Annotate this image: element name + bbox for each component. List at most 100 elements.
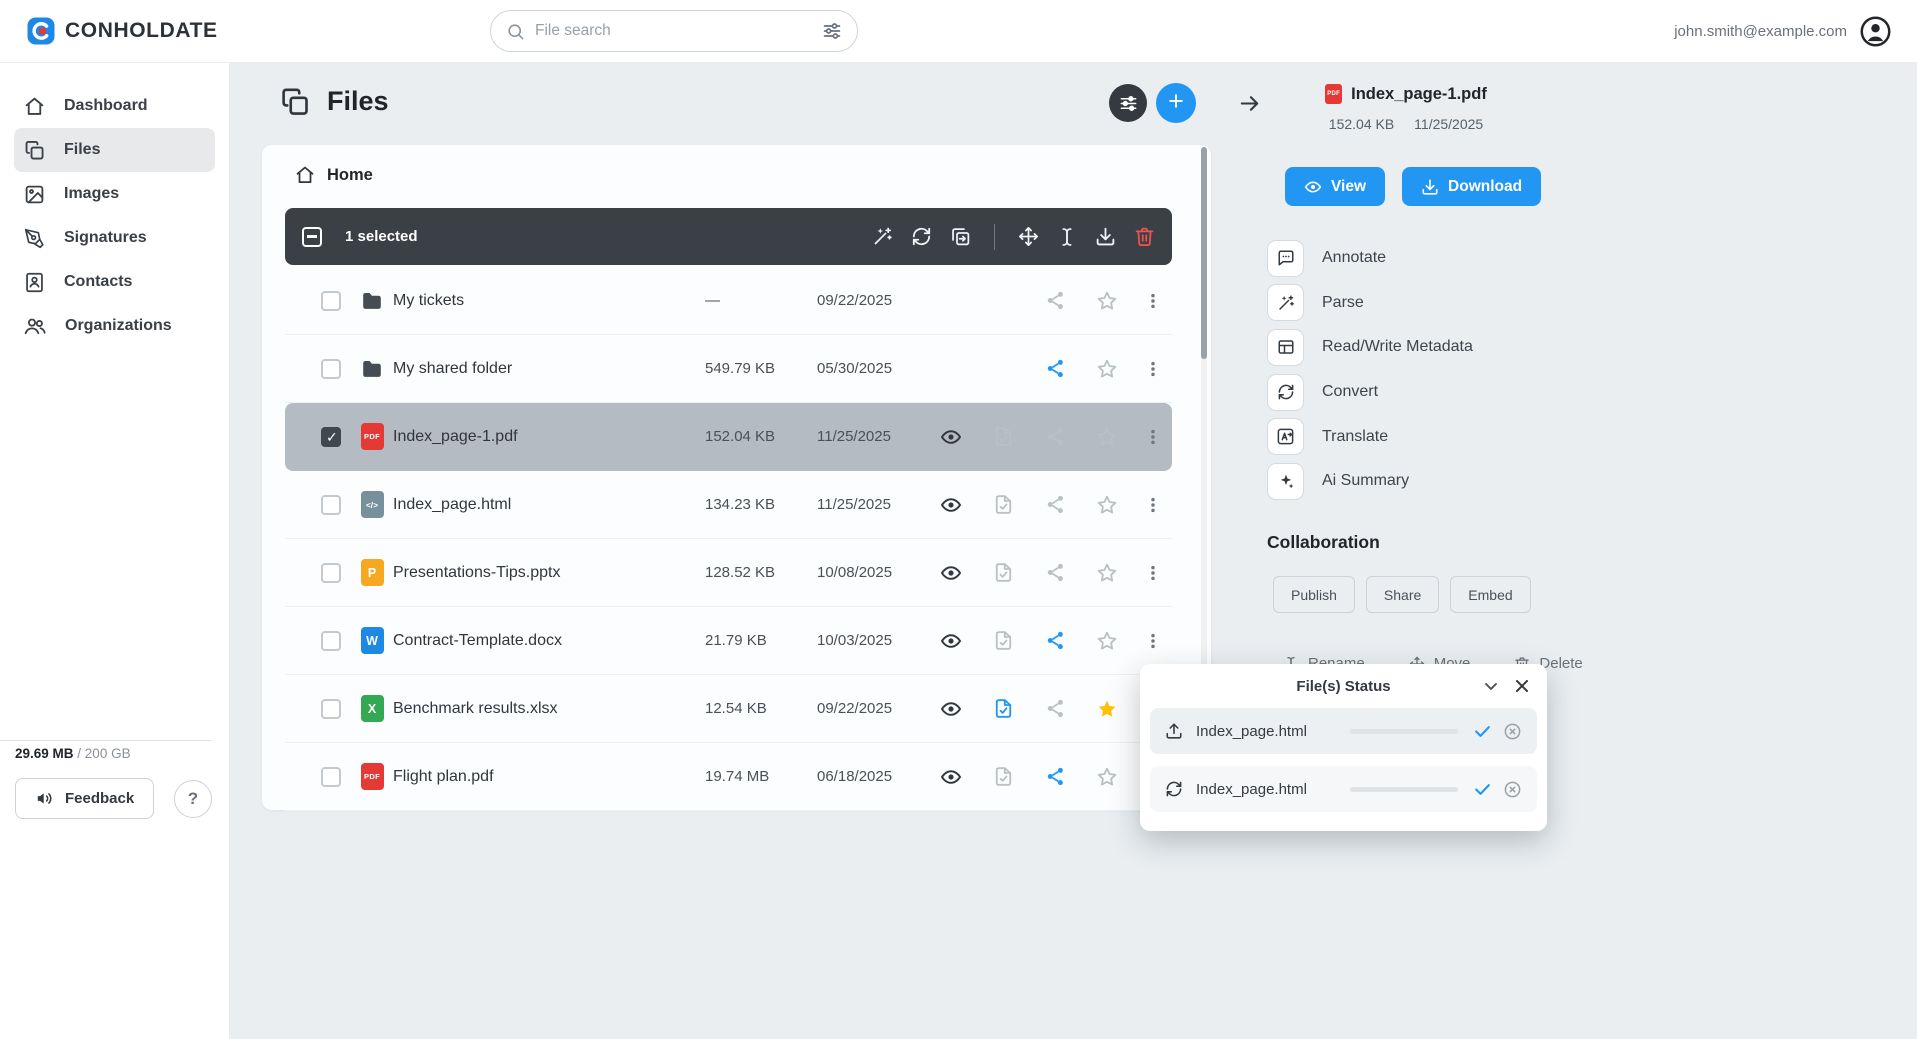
file-row[interactable]: P Presentations-Tips.pptx 128.52 KB 10/0… <box>285 539 1172 607</box>
file-row[interactable]: </> Index_page.html 134.23 KB 11/25/2025 <box>285 471 1172 539</box>
sidebar-item-contacts[interactable]: Contacts <box>14 260 215 304</box>
star-icon-active[interactable] <box>1096 698 1118 720</box>
select-all-checkbox[interactable] <box>302 227 322 247</box>
move-arrows-icon <box>1018 226 1039 247</box>
star-icon[interactable] <box>1096 630 1118 652</box>
sidebar-item-organizations[interactable]: Organizations <box>14 304 215 348</box>
sidebar-item-images[interactable]: Images <box>14 172 215 216</box>
search-input[interactable] <box>535 22 812 40</box>
copy-status-icon[interactable] <box>993 698 1014 719</box>
copy-status-icon[interactable] <box>993 494 1014 515</box>
search-icon <box>506 22 525 41</box>
kebab-menu-icon[interactable] <box>1143 563 1163 583</box>
star-icon[interactable] <box>1096 562 1118 584</box>
row-checkbox[interactable] <box>321 699 341 719</box>
avatar[interactable] <box>1860 16 1891 47</box>
action-convert[interactable]: Convert <box>1267 370 1473 415</box>
brand-logo[interactable]: CONHOLDATE <box>26 16 218 46</box>
publish-button[interactable]: Publish <box>1273 576 1355 613</box>
search-filter-icon[interactable] <box>822 21 842 41</box>
file-row[interactable]: W Contract-Template.docx 21.79 KB 10/03/… <box>285 607 1172 675</box>
close-icon[interactable] <box>1512 676 1532 696</box>
refresh-icon <box>1267 374 1304 411</box>
delete-button[interactable] <box>1134 226 1155 247</box>
ai-actions-button[interactable] <box>872 226 893 247</box>
embed-button[interactable]: Embed <box>1450 576 1530 613</box>
preview-eye-icon[interactable] <box>940 630 962 652</box>
kebab-menu-icon[interactable] <box>1143 359 1163 379</box>
copy-status-icon[interactable] <box>993 562 1014 583</box>
view-button[interactable]: View <box>1285 167 1385 206</box>
html-file-icon: </> <box>361 491 384 518</box>
share-icon[interactable] <box>1045 358 1066 379</box>
file-search-bar[interactable] <box>490 10 858 52</box>
file-row[interactable]: My shared folder 549.79 KB 05/30/2025 <box>285 335 1172 403</box>
feedback-button[interactable]: Feedback <box>15 778 154 819</box>
list-settings-button[interactable] <box>1109 84 1147 122</box>
rename-button[interactable] <box>1057 227 1077 247</box>
copy-status-icon[interactable] <box>993 426 1014 447</box>
file-row[interactable]: PDF Flight plan.pdf 19.74 MB 06/18/2025 <box>285 743 1172 811</box>
move-button[interactable] <box>1018 226 1039 247</box>
row-checkbox[interactable] <box>321 631 341 651</box>
action-parse[interactable]: Parse <box>1267 281 1473 326</box>
copy-status-icon[interactable] <box>993 766 1014 787</box>
status-item-upload: Index_page.html <box>1150 708 1537 754</box>
share-icon[interactable] <box>1045 290 1066 311</box>
help-button[interactable]: ? <box>174 780 212 818</box>
preview-eye-icon[interactable] <box>940 494 962 516</box>
row-checkbox[interactable] <box>321 291 341 311</box>
row-checkbox[interactable] <box>321 495 341 515</box>
row-checkbox[interactable] <box>321 359 341 379</box>
sidebar-item-dashboard[interactable]: Dashboard <box>14 84 215 128</box>
breadcrumb[interactable]: Home <box>295 165 373 185</box>
copy-to-button[interactable] <box>950 226 971 247</box>
kebab-menu-icon[interactable] <box>1143 427 1163 447</box>
share-icon[interactable] <box>1045 562 1066 583</box>
kebab-menu-icon[interactable] <box>1143 631 1163 651</box>
preview-eye-icon[interactable] <box>940 562 962 584</box>
file-row-selected[interactable]: PDF Index_page-1.pdf 152.04 KB 11/25/202… <box>285 403 1172 471</box>
view-label: View <box>1331 178 1366 196</box>
action-annotate[interactable]: Annotate <box>1267 236 1473 281</box>
action-ai-summary[interactable]: Ai Summary <box>1267 459 1473 504</box>
cancel-circle-icon[interactable] <box>1503 722 1522 741</box>
chevron-down-icon[interactable] <box>1481 676 1501 696</box>
star-icon[interactable] <box>1096 494 1118 516</box>
download-button[interactable] <box>1095 226 1116 247</box>
star-icon[interactable] <box>1096 766 1118 788</box>
preview-eye-icon[interactable] <box>940 426 962 448</box>
share-icon[interactable] <box>1045 630 1066 651</box>
star-icon[interactable] <box>1096 358 1118 380</box>
row-checkbox-checked[interactable] <box>321 427 341 447</box>
add-file-button[interactable]: + <box>1156 83 1196 123</box>
scrollbar-thumb[interactable] <box>1201 147 1207 359</box>
file-row[interactable]: X Benchmark results.xlsx 12.54 KB 09/22/… <box>285 675 1172 743</box>
status-popup-title: File(s) Status <box>1296 678 1390 695</box>
share-icon[interactable] <box>1045 698 1066 719</box>
storage-separator: / <box>74 746 85 761</box>
row-checkbox[interactable] <box>321 563 341 583</box>
share-icon[interactable] <box>1045 766 1066 787</box>
sidebar-item-files[interactable]: Files <box>14 128 215 172</box>
download-button[interactable]: Download <box>1402 167 1541 206</box>
folder-icon <box>360 289 384 313</box>
action-metadata[interactable]: Read/Write Metadata <box>1267 325 1473 370</box>
share-icon[interactable] <box>1045 494 1066 515</box>
row-checkbox[interactable] <box>321 767 341 787</box>
convert-button[interactable] <box>911 226 932 247</box>
cancel-circle-icon[interactable] <box>1503 780 1522 799</box>
star-icon[interactable] <box>1096 426 1118 448</box>
copy-status-icon[interactable] <box>993 630 1014 651</box>
action-translate[interactable]: Translate <box>1267 414 1473 459</box>
share-icon[interactable] <box>1045 426 1066 447</box>
share-button[interactable]: Share <box>1366 576 1439 613</box>
preview-eye-icon[interactable] <box>940 698 962 720</box>
file-name: Contract-Template.docx <box>393 632 705 650</box>
kebab-menu-icon[interactable] <box>1143 495 1163 515</box>
preview-eye-icon[interactable] <box>940 766 962 788</box>
file-row[interactable]: My tickets — 09/22/2025 <box>285 267 1172 335</box>
star-icon[interactable] <box>1096 290 1118 312</box>
sidebar-item-signatures[interactable]: Signatures <box>14 216 215 260</box>
kebab-menu-icon[interactable] <box>1143 291 1163 311</box>
